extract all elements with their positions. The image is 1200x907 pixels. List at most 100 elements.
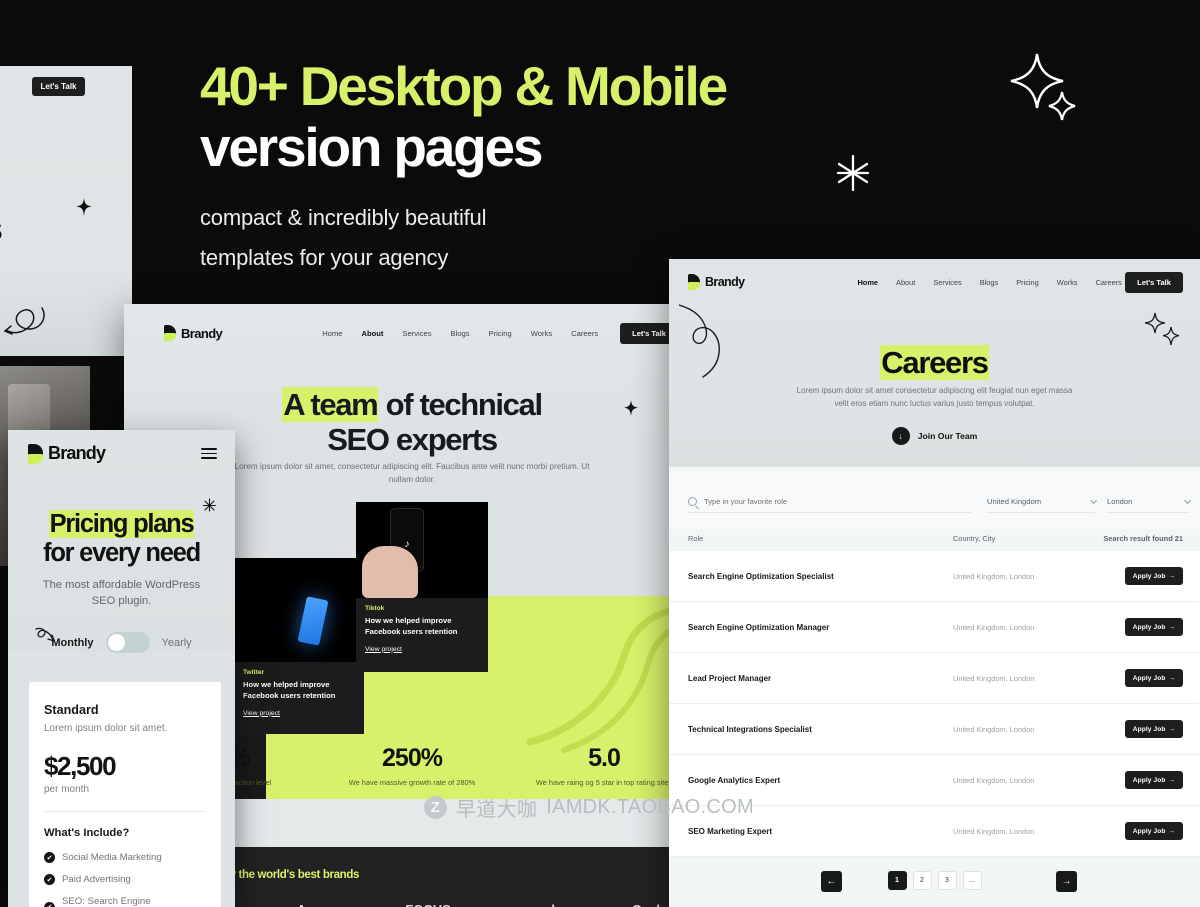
project-card-twitter[interactable]: Twitter How we helped improve Facebook u… — [234, 558, 364, 734]
careers-nav-item-home[interactable]: Home — [857, 278, 878, 287]
stat-value-growth: 250% — [382, 744, 443, 772]
mobile-pricing-heading: Pricing plans for every need — [8, 510, 235, 568]
search-input[interactable] — [704, 497, 972, 506]
left-mockup-heading-fragment: s — [0, 210, 3, 249]
pagination-page-1[interactable]: 1 — [887, 871, 907, 890]
twitter-card-image — [234, 558, 364, 662]
arrow-right-icon: → — [1168, 776, 1176, 784]
lets-talk-button-careers[interactable]: Let's Talk — [1125, 271, 1183, 293]
list-item: ✔ Social Media Marketing — [44, 852, 206, 863]
apply-job-button[interactable]: Apply Job → — [1125, 567, 1183, 585]
project-title-twitter: How we helped improve Facebook users ret… — [243, 680, 336, 700]
watermark-cn-text: 早道大咖 — [456, 797, 538, 821]
view-project-link-tiktok[interactable]: View project — [365, 646, 402, 653]
pagination-next-button[interactable]: → — [1056, 871, 1077, 892]
careers-nav-item-services[interactable]: Services — [933, 278, 961, 287]
watermark-logo-icon: Z — [424, 796, 447, 819]
careers-page-title: Careers — [669, 345, 1200, 381]
table-row[interactable]: Lead Project Manager United Kingdom, Lon… — [669, 653, 1200, 703]
billing-period-toggle[interactable]: Monthly Yearly — [8, 632, 235, 653]
billing-yearly-label[interactable]: Yearly — [162, 637, 192, 649]
apply-job-button[interactable]: Apply Job → — [1125, 669, 1183, 687]
center-heading-highlight: A team — [282, 387, 379, 422]
job-location: United Kingdom, London — [953, 724, 1035, 734]
arrow-right-icon: → — [1168, 827, 1176, 835]
country-select[interactable]: United Kingdom — [987, 491, 1098, 513]
mockup-left-services: Let's Talk s — [0, 66, 132, 566]
brand-logos-row: illustra Acme FOCUS spark Oval — [181, 899, 660, 907]
feature-label: Paid Advertising — [62, 874, 131, 885]
screenshot-root: 40+ Desktop & Mobile version pages compa… — [0, 0, 1200, 907]
brand-name-careers: Brandy — [705, 275, 745, 289]
search-icon — [688, 497, 697, 506]
lets-talk-button-left[interactable]: Let's Talk — [32, 77, 85, 96]
careers-title-text: Careers — [880, 345, 989, 380]
city-select-value: London — [1107, 497, 1133, 506]
table-row[interactable]: Technical Integrations Specialist United… — [669, 704, 1200, 754]
nav-item-works[interactable]: Works — [531, 329, 552, 338]
arrow-right-icon: → — [1061, 876, 1072, 887]
nav-item-pricing[interactable]: Pricing — [489, 329, 512, 338]
nav-item-careers[interactable]: Careers — [571, 329, 598, 338]
brand-logo-careers[interactable]: Brandy — [688, 274, 745, 290]
arrow-right-icon: → — [1168, 623, 1176, 631]
billing-monthly-label[interactable]: Monthly — [51, 637, 93, 649]
careers-nav-item-works[interactable]: Works — [1057, 278, 1078, 287]
stat-item-growth: 250% We have massive growth rate of 280% — [316, 744, 508, 788]
join-our-team-button[interactable]: ↓ Join Our Team — [669, 427, 1200, 445]
project-card-tiktok[interactable]: ♪ Tiktok How we helped improve Facebook … — [356, 502, 488, 672]
careers-nav-item-blogs[interactable]: Blogs — [980, 278, 999, 287]
nav-item-blogs[interactable]: Blogs — [451, 329, 470, 338]
careers-nav-item-about[interactable]: About — [896, 278, 915, 287]
job-role: Google Analytics Expert — [688, 775, 781, 785]
job-role: Search Engine Optimization Manager — [688, 622, 830, 632]
table-row[interactable]: Search Engine Optimization Specialist Un… — [669, 551, 1200, 601]
brand-logo-center[interactable]: Brandy — [164, 325, 223, 341]
center-nav-links: Home About Services Blogs Pricing Works … — [322, 329, 598, 338]
hero-title-line1: 40+ Desktop & Mobile — [200, 55, 728, 117]
loop-doodle-icon — [3, 307, 45, 335]
center-subtitle: Lorem ipsum dolor sit amet, consectetur … — [234, 462, 590, 485]
mockup-mobile-pricing: Brandy Pricing plans for every need The … — [8, 430, 235, 907]
nav-item-home[interactable]: Home — [322, 329, 342, 338]
apply-job-button[interactable]: Apply Job → — [1125, 618, 1183, 636]
apply-job-button[interactable]: Apply Job → — [1125, 771, 1183, 789]
plan-period: per month — [44, 784, 90, 795]
careers-navbar: Brandy Home About Services Blogs Pricing… — [688, 270, 1183, 294]
apply-job-button[interactable]: Apply Job → — [1125, 720, 1183, 738]
jobs-table-header: Role Country, City Search result found 2… — [669, 527, 1200, 553]
role-search-field[interactable] — [688, 491, 972, 513]
watermark-en-text: IAMDK.TAOBAO.COM — [546, 796, 754, 818]
arrow-right-icon: → — [1168, 725, 1176, 733]
city-select[interactable]: London — [1107, 491, 1192, 513]
mobile-pricing-subtitle: The most affordable WordPress SEO plugin… — [42, 579, 201, 607]
mobile-heading-line1: Pricing plans — [8, 510, 235, 539]
tiktok-icon: ♪ — [404, 538, 410, 550]
hamburger-menu-icon[interactable] — [201, 447, 217, 460]
download-arrow-icon: ↓ — [891, 427, 910, 445]
search-result-count: Search result found 21 — [1103, 534, 1183, 543]
project-title-tiktok: How we helped improve Facebook users ret… — [365, 616, 458, 636]
nav-item-about[interactable]: About — [361, 329, 383, 338]
pagination-page-3[interactable]: 3 — [937, 871, 957, 890]
careers-nav-item-pricing[interactable]: Pricing — [1016, 278, 1039, 287]
apply-job-button[interactable]: Apply Job → — [1125, 822, 1183, 840]
billing-toggle-switch[interactable] — [105, 632, 150, 653]
brand-logo-2: Acme — [297, 902, 332, 907]
stat-label-growth: We have massive growth rate of 280% — [348, 778, 476, 787]
pagination-ellipsis[interactable]: ... — [962, 871, 982, 890]
nav-item-services[interactable]: Services — [402, 329, 431, 338]
view-project-link-twitter[interactable]: View project — [243, 710, 280, 717]
mobile-heading-hl: Pricing plans — [48, 510, 195, 538]
tiktok-card-image: ♪ — [356, 502, 488, 598]
careers-nav-item-careers[interactable]: Careers — [1096, 278, 1122, 287]
country-select-value: United Kingdom — [987, 497, 1042, 506]
chevron-down-icon-country — [1090, 496, 1098, 504]
brand-logo-mobile[interactable]: Brandy — [28, 443, 106, 464]
brand-logo-3: FOCUS — [405, 902, 451, 907]
plan-name: Standard — [44, 703, 99, 717]
center-heading-line1: A team of technical — [124, 387, 700, 423]
list-item: ✔ Paid Advertising — [44, 874, 206, 885]
table-row[interactable]: Search Engine Optimization Manager Unite… — [669, 602, 1200, 652]
pagination-page-2[interactable]: 2 — [912, 871, 932, 890]
